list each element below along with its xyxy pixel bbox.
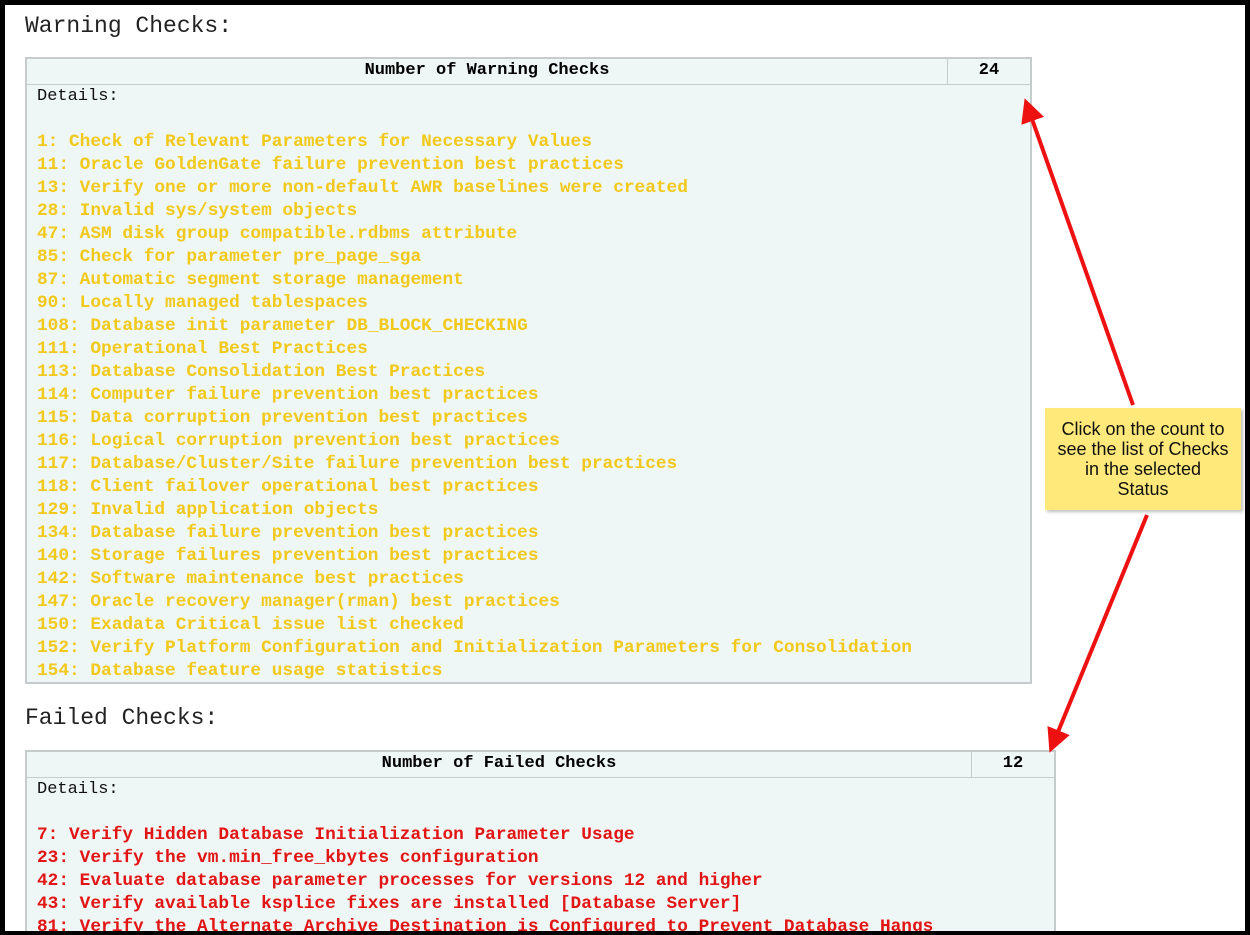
screenshot-frame: Warning Checks: Number of Warning Checks… — [0, 0, 1250, 935]
arrow-to-warning-count-icon — [1021, 98, 1135, 406]
callout-arrows — [1021, 98, 1149, 753]
arrow-to-failed-count-icon — [1047, 514, 1149, 753]
